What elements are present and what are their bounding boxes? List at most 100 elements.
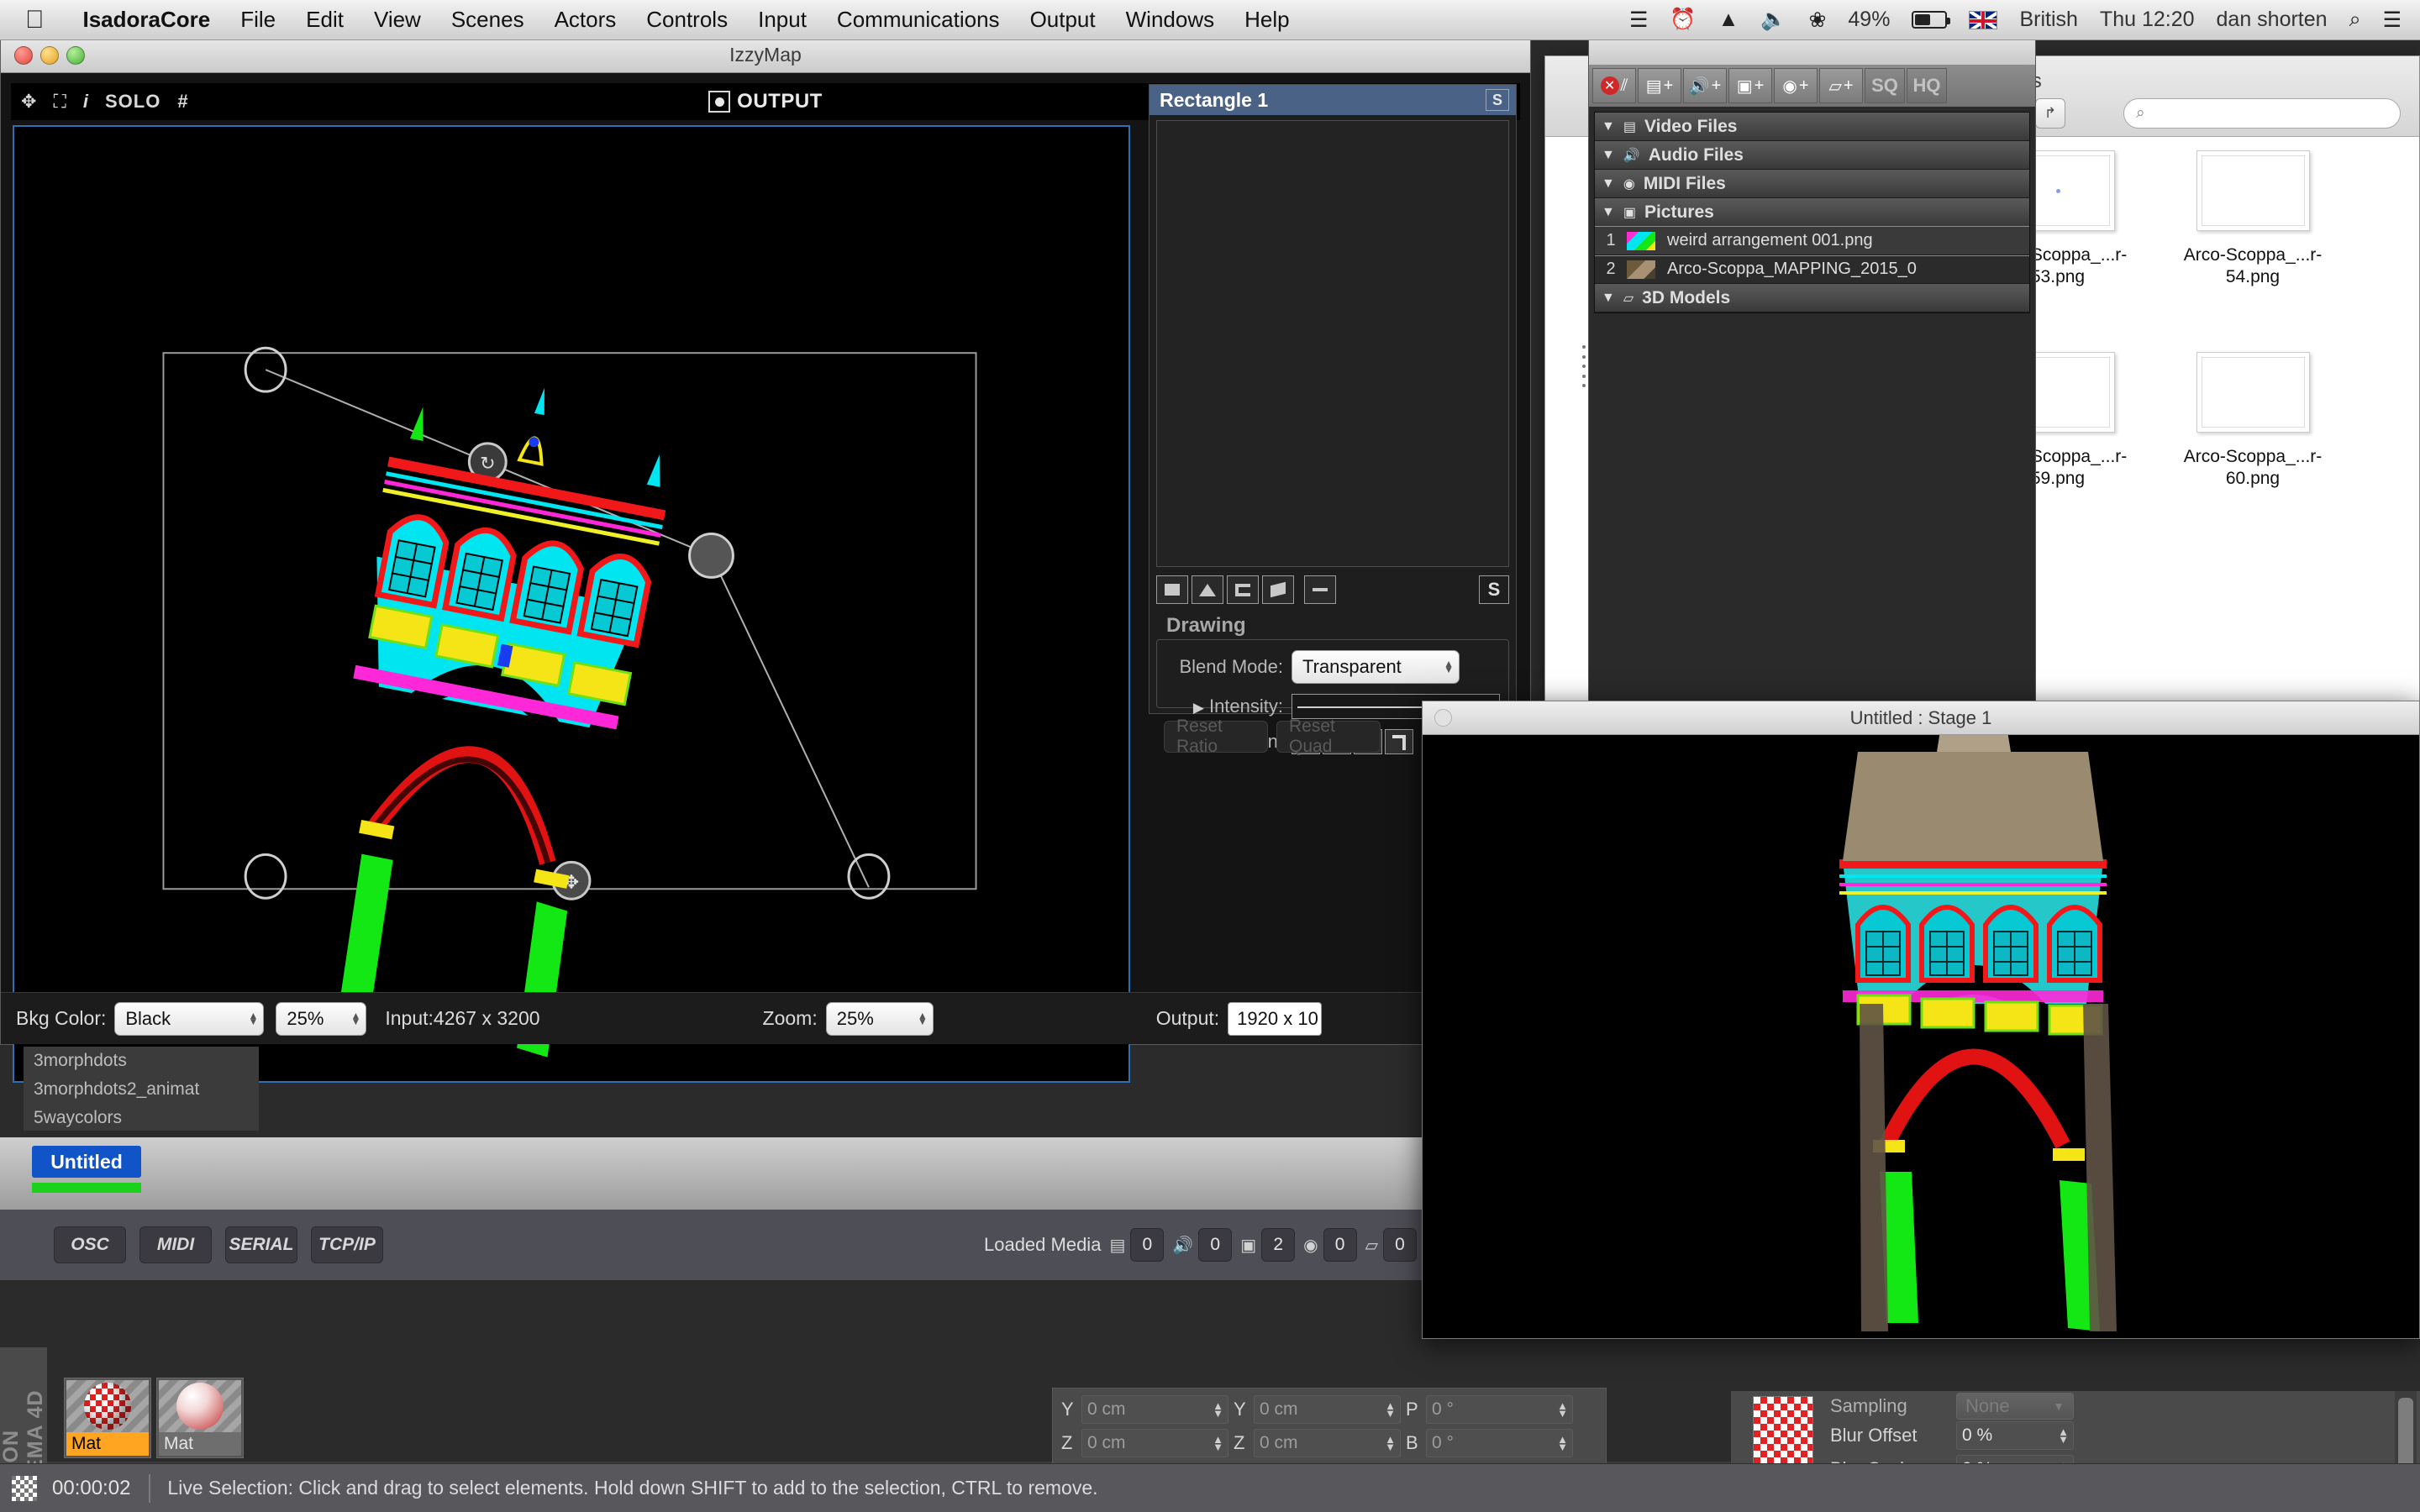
move-tool-icon[interactable]: ✥ [21,91,36,113]
orientation-corner-top-right-button[interactable] [1385,729,1413,754]
coord-row-1-c-field[interactable]: 0 ° ▲ ▼ [1426,1429,1573,1457]
coord-row-0-b-field[interactable]: 0 cm ▲ ▼ [1254,1395,1401,1424]
disclosure-triangle-icon[interactable]: ▼ [1602,148,1615,163]
add-audio-button[interactable]: 🔊 + [1683,68,1727,103]
info-icon[interactable]: i [83,91,88,113]
izzymap-titlebar[interactable]: IzzyMap [1,38,1530,73]
stepper-icon[interactable]: ▲▼ [1557,1400,1568,1419]
rectangle-layer-list[interactable] [1156,120,1509,567]
hq-toggle-button[interactable]: HQ [1907,68,1947,103]
menu-controls[interactable]: Controls [631,7,743,33]
stepper-icon[interactable]: ▲▼ [1213,1434,1223,1452]
keyboard-layout-label[interactable]: British [2019,8,2077,32]
current-user[interactable]: dan shorten [2217,8,2328,32]
disclosure-triangle-icon[interactable]: ▶ [1193,700,1204,716]
menu-windows[interactable]: Windows [1111,7,1229,33]
midi-button[interactable]: MIDI [139,1226,212,1263]
finder-file-item[interactable]: Arco-Scoppa_...r-54.png [2155,150,2350,352]
reset-quad-button[interactable]: Reset Quad [1276,717,1381,756]
rectangle-properties-panel[interactable]: Rectangle 1 S S Drawing Blend Mode: Tran… [1149,84,1517,756]
solo-button[interactable]: SOLO [105,91,160,113]
stepper-icon[interactable]: ▲▼ [1385,1434,1396,1452]
disclosure-triangle-icon[interactable]: ▼ [1602,119,1615,134]
bkg-alpha-select[interactable]: 25% ▲ ▼ [276,1001,367,1036]
select-tool-icon[interactable]: ⛶ [53,91,66,113]
time-machine-icon[interactable]: ⏰ [1670,8,1696,32]
media-file-row[interactable]: 2 Arco-Scoppa_MAPPING_2015_0 [1595,255,2029,284]
stepper-icon[interactable]: ▲▼ [1557,1434,1568,1452]
blur-offset-field[interactable]: 0 % ▲ ▼ [1956,1421,2074,1450]
finder-file-item[interactable]: Arco-Scoppa_...r-60.png [2155,352,2350,554]
stage-output-canvas[interactable] [1423,735,2419,1338]
media-bin-window[interactable]: ✕ ⫽ ▤ + 🔊 + ▣ + ◉ + ▱ + SQ HQ ▼ ▤ Video Files… [1582,34,2036,706]
stepper-icon[interactable]: ▲▼ [1385,1400,1396,1419]
stage-output-window[interactable]: Untitled : Stage 1 [1422,701,2420,1339]
uk-flag-icon[interactable] [1969,10,1998,29]
shape-quad-tool[interactable] [1262,575,1294,604]
menu-help[interactable]: Help [1229,7,1304,33]
resize-grip[interactable] [1579,345,1589,387]
menu-isadoracore[interactable]: IsadoraCore [68,7,226,33]
bkg-color-select[interactable]: Black ▲ ▼ [114,1001,265,1036]
shape-line-tool[interactable] [1304,575,1336,604]
menu-clock[interactable]: Thu 12:20 [2100,8,2195,32]
disclosure-triangle-icon[interactable]: ▼ [1602,176,1615,192]
serial-button[interactable]: SERIAL [225,1226,297,1263]
stepper-icon[interactable]: ▲▼ [2058,1426,2069,1445]
menu-output[interactable]: Output [1015,7,1111,33]
shape-solo-badge-button[interactable]: S [1479,575,1509,604]
search-icon[interactable]: ⌕ [2349,8,2361,32]
scene-list-item[interactable]: 5waycolors [24,1104,259,1132]
add-video-button[interactable]: ▤ + [1638,68,1681,103]
menu-communications[interactable]: Communications [822,7,1015,33]
media-bin-tree[interactable]: ▼ ▤ Video Files ▼ 🔊 Audio Files ▼ ◉ MIDI… [1594,112,2030,313]
shape-triangle-tool[interactable] [1192,575,1223,604]
add-picture-button[interactable]: ▣ + [1728,68,1772,103]
osc-button[interactable]: OSC [54,1226,126,1263]
stage-titlebar[interactable]: Untitled : Stage 1 [1423,701,2419,735]
remove-media-button[interactable]: ✕ ⫽ [1592,68,1636,103]
coord-row-1-b-field[interactable]: 0 cm ▲ ▼ [1254,1429,1401,1457]
solo-badge-button[interactable]: S [1486,89,1509,111]
menu-scenes[interactable]: Scenes [436,7,539,33]
coord-row-0-c-field[interactable]: 0 ° ▲ ▼ [1426,1395,1573,1424]
apple-icon[interactable]:  [25,7,45,33]
eject-icon[interactable]: ▲ [1718,8,1739,32]
stepper-icon[interactable]: ▲▼ [1213,1400,1223,1419]
finder-search-field[interactable]: ⌕ [2123,98,2401,129]
add-3dmodel-button[interactable]: ▱ + [1819,68,1863,103]
media-group-audio[interactable]: ▼ 🔊 Audio Files [1595,141,2029,170]
menu-file[interactable]: File [225,7,291,33]
wifi-icon[interactable]: ☰ [1629,8,1648,33]
shape-rect-tool[interactable] [1156,575,1188,604]
sampling-dropdown[interactable]: None ▼ [1956,1393,2074,1420]
media-file-row[interactable]: 1 weird arrangement 001.png [1595,226,2029,256]
bluetooth-icon[interactable]: ❀ [1808,8,1826,33]
tcpip-button[interactable]: TCP/IP [311,1226,383,1263]
scene-list-item[interactable]: 3morphdots2_animat [24,1075,259,1104]
shape-cshape-tool[interactable] [1227,575,1259,604]
media-group-3dmodels[interactable]: ▼ ▱ 3D Models [1595,284,2029,312]
media-group-pictures[interactable]: ▼ ▣ Pictures [1595,198,2029,227]
sq-toggle-button[interactable]: SQ [1865,68,1905,103]
volume-icon[interactable]: 🔈 [1760,8,1786,32]
grid-button[interactable]: # [177,91,187,113]
menu-view[interactable]: View [359,7,436,33]
zoom-select[interactable]: 25% ▲ ▼ [825,1001,934,1036]
share-button[interactable]: ↱ [2034,98,2066,129]
reset-ratio-button[interactable]: Reset Ratio [1164,717,1268,756]
notification-center-icon[interactable]: ☰ [2383,8,2402,33]
menu-actors[interactable]: Actors [539,7,632,33]
blend-mode-select[interactable]: Transparent ▲ ▼ [1292,650,1460,684]
disclosure-triangle-icon[interactable]: ▼ [1602,205,1615,220]
scene-list-item[interactable]: 3morphdots [24,1047,259,1075]
coord-row-1-a-field[interactable]: 0 cm ▲ ▼ [1081,1429,1228,1457]
media-group-midi[interactable]: ▼ ◉ MIDI Files [1595,170,2029,198]
output-resolution-field[interactable]: 1920 x 10 [1228,1001,1323,1036]
battery-icon[interactable] [1912,11,1951,29]
media-group-video[interactable]: ▼ ▤ Video Files [1595,113,2029,141]
izzymap-canvas[interactable]: ↻ ✥ [13,125,1130,1083]
scene-tab-untitled[interactable]: Untitled [32,1146,141,1178]
disclosure-triangle-icon[interactable]: ▼ [1602,291,1615,306]
mapping-stage-svg[interactable]: ↻ ✥ [14,127,1128,1082]
